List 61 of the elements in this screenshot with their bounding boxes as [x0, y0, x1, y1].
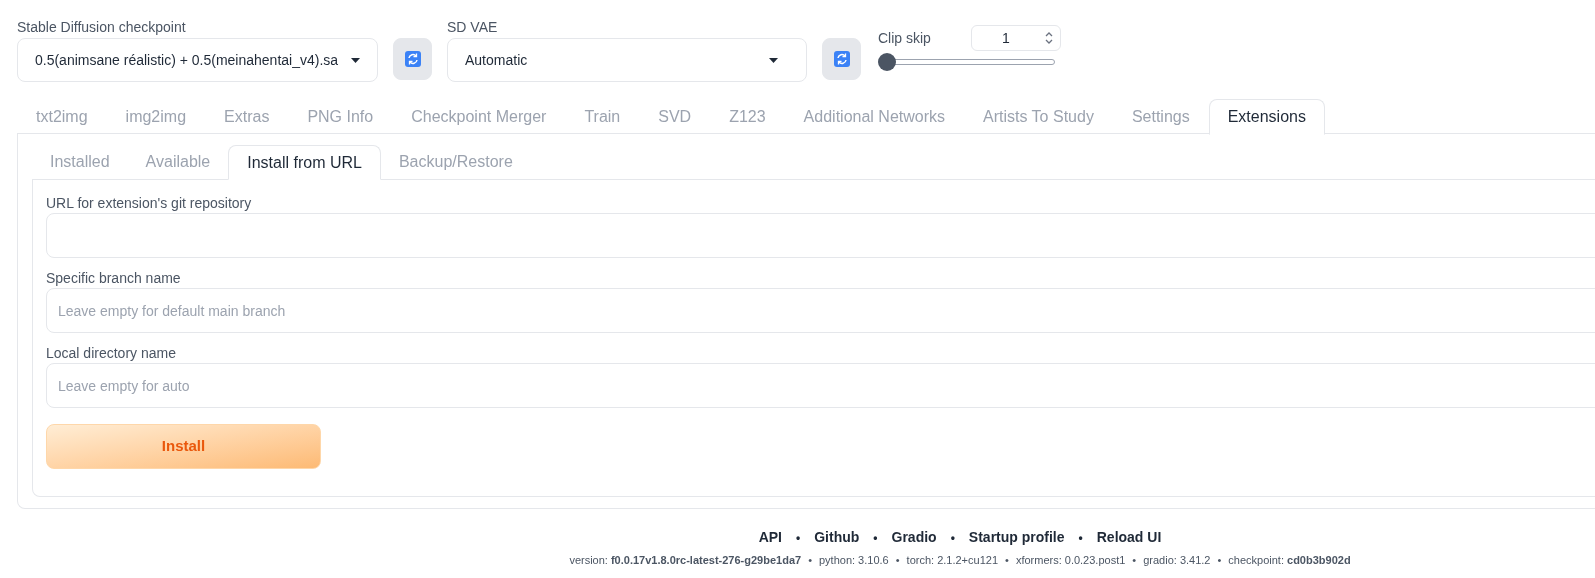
text-field[interactable]: Leave empty for default main branch: [46, 288, 1595, 333]
separator-dot: •: [950, 529, 955, 547]
version-info: python: 3.10.6: [819, 553, 889, 568]
footer-link[interactable]: Startup profile: [968, 527, 1065, 548]
tab[interactable]: txt2img: [17, 99, 107, 134]
dropdown-value: 0.5(animsane réalistic) + 0.5(meinahentai_v4).sa: [35, 50, 339, 70]
tab[interactable]: Install from URL: [228, 145, 381, 180]
separator-dot: •: [1132, 553, 1137, 568]
tab[interactable]: SVD: [639, 99, 711, 134]
version-info: version: f0.0.17v1.8.0rc-latest-276-g29be1da7: [569, 553, 802, 568]
refresh-icon: [404, 51, 421, 67]
tab[interactable]: Available: [127, 145, 229, 179]
separator-dot: •: [808, 553, 812, 568]
checkpoint-dropdown[interactable]: 0.5(animsane réalistic) + 0.5(meinahentai_v4).sa: [17, 38, 378, 82]
field-label: Specific branch name: [46, 269, 182, 288]
tab[interactable]: Z123: [710, 99, 785, 134]
separator-dot: •: [1217, 553, 1222, 568]
slider-label: Clip skip: [877, 28, 931, 48]
version-info: torch: 2.1.2+cu121: [906, 553, 998, 568]
dropdown-value: Automatic: [465, 50, 528, 70]
slider[interactable]: [878, 53, 1055, 71]
install-button[interactable]: Install: [46, 424, 321, 469]
vae-dropdown[interactable]: Automatic: [447, 38, 807, 82]
tab[interactable]: Extensions: [1208, 99, 1325, 135]
number-field[interactable]: 1: [971, 25, 1061, 51]
tab[interactable]: Artists To Study: [964, 99, 1113, 134]
footer-link[interactable]: Gradio: [891, 527, 937, 548]
tab[interactable]: Backup/Restore: [380, 145, 531, 179]
separator-dot: •: [1005, 553, 1009, 568]
tab[interactable]: PNG Info: [288, 99, 393, 134]
tab[interactable]: Checkpoint Merger: [392, 99, 566, 134]
tab[interactable]: Train: [565, 99, 640, 134]
tab[interactable]: img2img: [106, 99, 206, 134]
separator-dot: •: [873, 529, 878, 547]
footer-link[interactable]: Github: [814, 527, 860, 548]
field-label: Local directory name: [46, 344, 177, 363]
caret-icon: [351, 57, 360, 63]
text-field[interactable]: [46, 213, 1595, 258]
field-label: URL for extension's git repository: [46, 194, 253, 213]
refresh-button[interactable]: [393, 38, 432, 80]
separator-dot: •: [1078, 529, 1083, 547]
tab[interactable]: Settings: [1112, 99, 1209, 134]
number-value: 1: [1002, 28, 1010, 48]
separator-dot: •: [895, 553, 900, 568]
refresh-button[interactable]: [822, 38, 861, 80]
tab[interactable]: Extras: [205, 99, 289, 134]
separator-dot: •: [796, 529, 801, 547]
text-field[interactable]: Leave empty for auto: [46, 363, 1595, 408]
refresh-icon: [833, 51, 850, 67]
spinner-icon: [1044, 31, 1054, 45]
caret-icon: [769, 57, 778, 63]
tab[interactable]: Installed: [32, 145, 128, 179]
version-info: gradio: 3.41.2: [1143, 553, 1211, 568]
version-info: checkpoint: cd0b3b902d: [1228, 553, 1351, 568]
version-info: xformers: 0.0.23.post1: [1015, 553, 1126, 568]
field-label: SD VAE: [447, 18, 499, 37]
footer-link[interactable]: API: [758, 527, 782, 548]
field-label: Stable Diffusion checkpoint: [17, 18, 187, 37]
slider-thumb[interactable]: [878, 53, 896, 71]
footer-link[interactable]: Reload UI: [1096, 527, 1162, 548]
tab[interactable]: Additional Networks: [784, 99, 964, 134]
